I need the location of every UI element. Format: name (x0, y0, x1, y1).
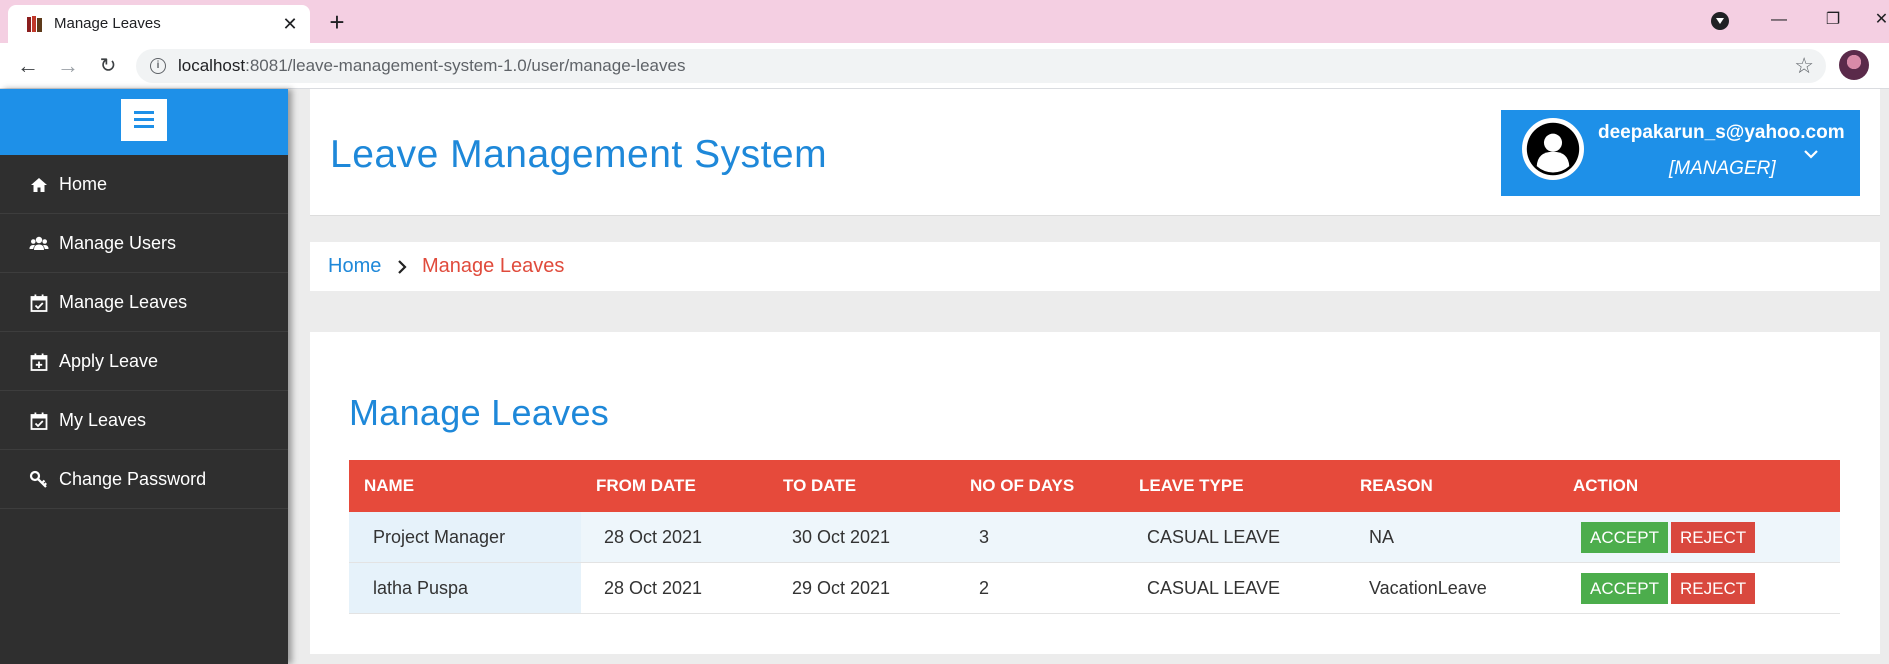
cell-reason: NA (1369, 527, 1395, 547)
cell-from-date: 28 Oct 2021 (604, 527, 703, 547)
home-icon (31, 178, 47, 192)
url-text[interactable]: localhost:8081/leave-management-system-1… (178, 49, 685, 83)
accept-button[interactable]: ACCEPT (1581, 573, 1668, 604)
cell-leave-type: CASUAL LEAVE (1147, 527, 1281, 547)
cell-name: latha Puspa (373, 578, 469, 598)
column-header-reason: REASON (1360, 476, 1433, 495)
books-icon (27, 16, 42, 32)
sidebar-item-label: My Leaves (59, 410, 147, 430)
breadcrumb-home-link[interactable]: Home (328, 242, 381, 290)
leaves-table: NAME FROM DATE TO DATE NO OF DAYS LEAVE … (349, 460, 1840, 614)
column-header-action: ACTION (1573, 476, 1639, 495)
new-tab-icon[interactable]: + (324, 9, 350, 35)
forward-icon[interactable]: → (54, 52, 82, 80)
user-menu[interactable]: deepakarun_s@yahoo.com [MANAGER] (1501, 110, 1860, 196)
app-title: Leave Management System (330, 133, 828, 176)
user-avatar-icon (1522, 118, 1584, 180)
cell-from-date: 28 Oct 2021 (604, 578, 703, 598)
address-bar[interactable]: i localhost:8081/leave-management-system… (136, 49, 1826, 83)
cell-to-date: 29 Oct 2021 (792, 578, 891, 598)
column-header-leave-type: LEAVE TYPE (1139, 476, 1244, 495)
tab-title: Manage Leaves (54, 15, 161, 32)
sidebar-item-change-password[interactable]: Change Password (0, 450, 288, 509)
tab-search-icon[interactable] (1711, 12, 1729, 30)
main-content: Manage Leaves NAME FROM DATE TO DATE NO … (310, 332, 1880, 654)
key-icon (29, 470, 47, 488)
sidebar-item-label: Apply Leave (59, 351, 159, 371)
sidebar-item-my-leaves[interactable]: My Leaves (0, 391, 288, 450)
user-role: [MANAGER] (1669, 158, 1776, 179)
cell-no-of-days: 3 (979, 527, 990, 547)
restore-icon[interactable]: ❐ (1818, 8, 1848, 32)
table-header: NAME FROM DATE TO DATE NO OF DAYS LEAVE … (349, 460, 1840, 512)
cell-no-of-days: 2 (979, 578, 990, 598)
sidebar-item-label: Change Password (59, 469, 207, 489)
page-title: Manage Leaves (349, 392, 610, 433)
chevron-down-icon[interactable] (1803, 146, 1819, 162)
url-path: :8081/leave-management-system-1.0/user/m… (245, 56, 686, 75)
table-row: latha Puspa 28 Oct 2021 29 Oct 2021 2 CA… (349, 563, 1840, 614)
calendar-check-icon (30, 294, 48, 312)
browser-tab[interactable]: Manage Leaves ✕ (8, 5, 310, 43)
table-row: Project Manager 28 Oct 2021 30 Oct 2021 … (349, 512, 1840, 563)
browser-toolbar: ← → ↻ i localhost:8081/leave-management-… (0, 43, 1889, 89)
bookmark-star-icon[interactable]: ☆ (1794, 54, 1814, 78)
reload-icon[interactable]: ↻ (94, 52, 122, 80)
tab-close-icon[interactable]: ✕ (280, 14, 300, 34)
sidebar-header (0, 89, 288, 155)
sidebar-item-label: Manage Leaves (59, 292, 188, 312)
reject-button[interactable]: REJECT (1671, 573, 1756, 604)
browser-tab-bar: Manage Leaves ✕ + — ❐ ✕ (0, 0, 1889, 43)
back-icon[interactable]: ← (14, 52, 42, 80)
sidebar-item-manage-users[interactable]: Manage Users (0, 214, 288, 273)
users-icon (29, 236, 49, 250)
calendar-plus-icon (30, 353, 48, 371)
sidebar: Home Manage Users Manage Leaves Apply Le… (0, 89, 288, 664)
cell-name: Project Manager (373, 527, 506, 547)
hamburger-menu-icon[interactable] (121, 99, 167, 141)
window-close-icon[interactable]: ✕ (1874, 8, 1889, 32)
accept-button[interactable]: ACCEPT (1581, 522, 1668, 553)
calendar-check-icon (30, 412, 48, 430)
column-header-no-of-days: NO OF DAYS (970, 476, 1075, 495)
sidebar-item-label: Home (59, 174, 108, 194)
breadcrumb: Home Manage Leaves (310, 242, 1880, 291)
minimize-icon[interactable]: — (1764, 8, 1794, 32)
reject-button[interactable]: REJECT (1671, 522, 1756, 553)
info-icon[interactable]: i (150, 58, 166, 74)
app-header: Leave Management System deepakarun_s@yah… (310, 89, 1880, 216)
chevron-right-icon (398, 260, 407, 274)
cell-reason: VacationLeave (1369, 578, 1487, 598)
sidebar-item-apply-leave[interactable]: Apply Leave (0, 332, 288, 391)
column-header-to-date: TO DATE (783, 476, 857, 495)
browser-profile-avatar[interactable] (1839, 50, 1869, 80)
sidebar-item-label: Manage Users (59, 233, 177, 253)
cell-to-date: 30 Oct 2021 (792, 527, 891, 547)
column-header-name: NAME (364, 476, 415, 495)
url-host: localhost (178, 56, 246, 75)
sidebar-item-home[interactable]: Home (0, 155, 288, 214)
sidebar-item-manage-leaves[interactable]: Manage Leaves (0, 273, 288, 332)
cell-leave-type: CASUAL LEAVE (1147, 578, 1281, 598)
user-email: deepakarun_s@yahoo.com (1598, 122, 1845, 143)
breadcrumb-current: Manage Leaves (422, 255, 565, 277)
column-header-from-date: FROM DATE (596, 476, 696, 495)
